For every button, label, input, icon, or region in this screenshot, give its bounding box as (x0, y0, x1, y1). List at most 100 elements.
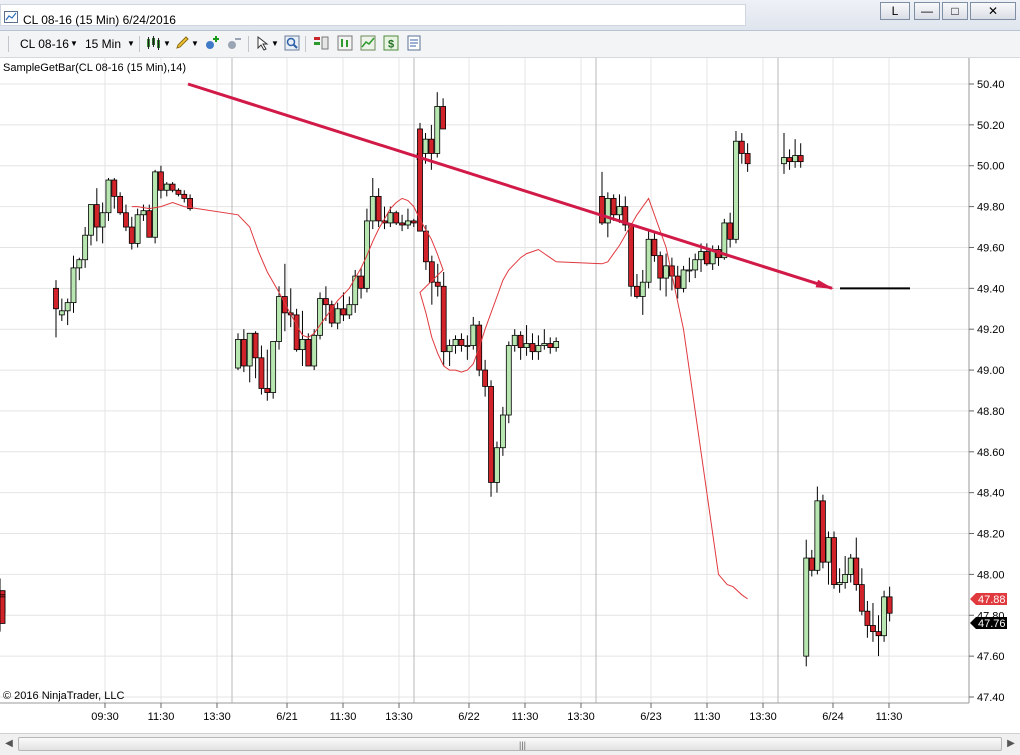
candle-up (82, 234, 89, 261)
chevron-down-icon[interactable]: ▼ (127, 35, 135, 53)
candle-down (703, 251, 710, 265)
candle-up (317, 298, 323, 336)
candle-up (311, 334, 318, 367)
candle-down (488, 386, 494, 483)
candle-down (258, 357, 265, 389)
x-tick-label: 6/24 (822, 711, 843, 723)
candle-up (494, 447, 500, 483)
candle-down (599, 195, 605, 224)
maximize-button[interactable]: □ (942, 2, 968, 20)
zoom-icon[interactable] (284, 35, 300, 51)
candle-down (293, 314, 300, 351)
candle-down (858, 584, 865, 612)
candle-up (163, 183, 170, 191)
candle-up (553, 341, 560, 348)
candle-down (727, 222, 734, 240)
candle-up (76, 259, 83, 269)
candle-up (541, 343, 548, 346)
toolbar-separator (8, 36, 9, 52)
cursor-pointer-icon[interactable] (255, 35, 271, 51)
candle-down (440, 106, 447, 130)
candle-down (375, 195, 382, 222)
y-tick-label: 47.60 (977, 651, 1005, 663)
chevron-down-icon[interactable]: ▼ (70, 35, 78, 53)
grip-icon: ||| (519, 740, 527, 750)
candle-up (235, 339, 241, 369)
candle-up (680, 269, 687, 289)
candle-up (99, 212, 106, 228)
chart-app-icon (4, 11, 18, 23)
x-tick-label: 11:30 (148, 711, 175, 723)
candle-up (825, 537, 832, 563)
add-indicator-icon[interactable] (204, 35, 220, 51)
candle-up (452, 339, 459, 346)
chevron-down-icon[interactable]: ▼ (163, 35, 171, 53)
y-tick-label: 50.40 (977, 79, 1005, 91)
layout-button[interactable]: L (880, 2, 910, 20)
candle-up (64, 302, 71, 312)
y-tick-label: 49.40 (977, 283, 1005, 295)
candle-up (792, 155, 799, 163)
candle-down (434, 281, 441, 287)
pencil-draw-icon[interactable] (174, 35, 190, 51)
candle-up (523, 343, 530, 348)
close-button[interactable]: ✕ (970, 2, 1016, 20)
x-tick-label: 6/21 (276, 711, 297, 723)
x-tick-label: 11:30 (876, 711, 903, 723)
data-box-icon[interactable] (337, 35, 353, 51)
title-field: CL 08-16 (15 Min) 6/24/2016 (0, 4, 746, 27)
candle-up (836, 582, 843, 586)
candle-up (511, 334, 518, 346)
candle-up (686, 269, 693, 272)
candle-up (803, 557, 810, 657)
scroll-left-icon[interactable]: ◀ (3, 738, 15, 750)
remove-indicator-icon[interactable] (226, 35, 242, 51)
candle-down (657, 255, 664, 279)
chevron-down-icon[interactable]: ▼ (191, 35, 199, 53)
scroll-right-icon[interactable]: ▶ (1005, 738, 1017, 750)
candle-down (529, 343, 536, 353)
candle-down (158, 171, 164, 191)
candle-down (328, 304, 335, 324)
interval-selector[interactable]: 15 Min (85, 35, 121, 53)
chevron-down-icon[interactable]: ▼ (271, 35, 279, 53)
candle-down (547, 343, 554, 348)
toolbar-separator (248, 36, 249, 52)
candle-up (140, 210, 147, 216)
price-chart[interactable]: 50.40 50.20 50.00 49.80 49.60 49.40 49.20 49.00… (0, 58, 1020, 733)
candle-down (123, 212, 129, 228)
y-tick-label: 49.20 (977, 324, 1005, 336)
candle-up (814, 500, 821, 571)
candle-down (399, 222, 405, 226)
toolbar-separator (139, 36, 140, 52)
candle-up (105, 179, 112, 214)
strategy-analyzer-icon[interactable] (360, 35, 376, 51)
candle-down (393, 212, 400, 224)
candle-down (628, 224, 635, 287)
candle-down (111, 179, 118, 197)
y-tick-label: 48.80 (977, 406, 1005, 418)
candle-up (270, 341, 277, 393)
candle-down (517, 334, 524, 348)
properties-icon[interactable] (406, 35, 422, 51)
candle-up (535, 345, 542, 353)
dollar-icon[interactable]: $ (383, 35, 399, 51)
candle-up (88, 204, 94, 236)
scroll-thumb[interactable]: ||| (18, 737, 1002, 751)
candle-up (334, 308, 341, 324)
x-tick-label: 13:30 (385, 711, 413, 723)
chart-trader-icon[interactable] (313, 35, 329, 51)
candle-up (405, 220, 411, 226)
instrument-selector[interactable]: CL 08-16 (20, 35, 69, 53)
candle-down (423, 230, 429, 263)
candlestick-style-icon[interactable] (145, 35, 161, 51)
horizontal-scrollbar[interactable]: ◀ ||| ▶ (0, 733, 1020, 755)
y-tick-label: 50.20 (977, 120, 1005, 132)
candle-up (639, 281, 646, 297)
y-tick-label: 49.80 (977, 202, 1005, 214)
y-tick-label: 47.40 (977, 692, 1005, 704)
x-tick-label: 13:30 (749, 711, 777, 723)
minimize-button[interactable]: — (914, 2, 940, 20)
chart-panel[interactable]: 50.40 50.20 50.00 49.80 49.60 49.40 49.20 49.00… (0, 58, 1020, 733)
candle-down (831, 537, 837, 586)
